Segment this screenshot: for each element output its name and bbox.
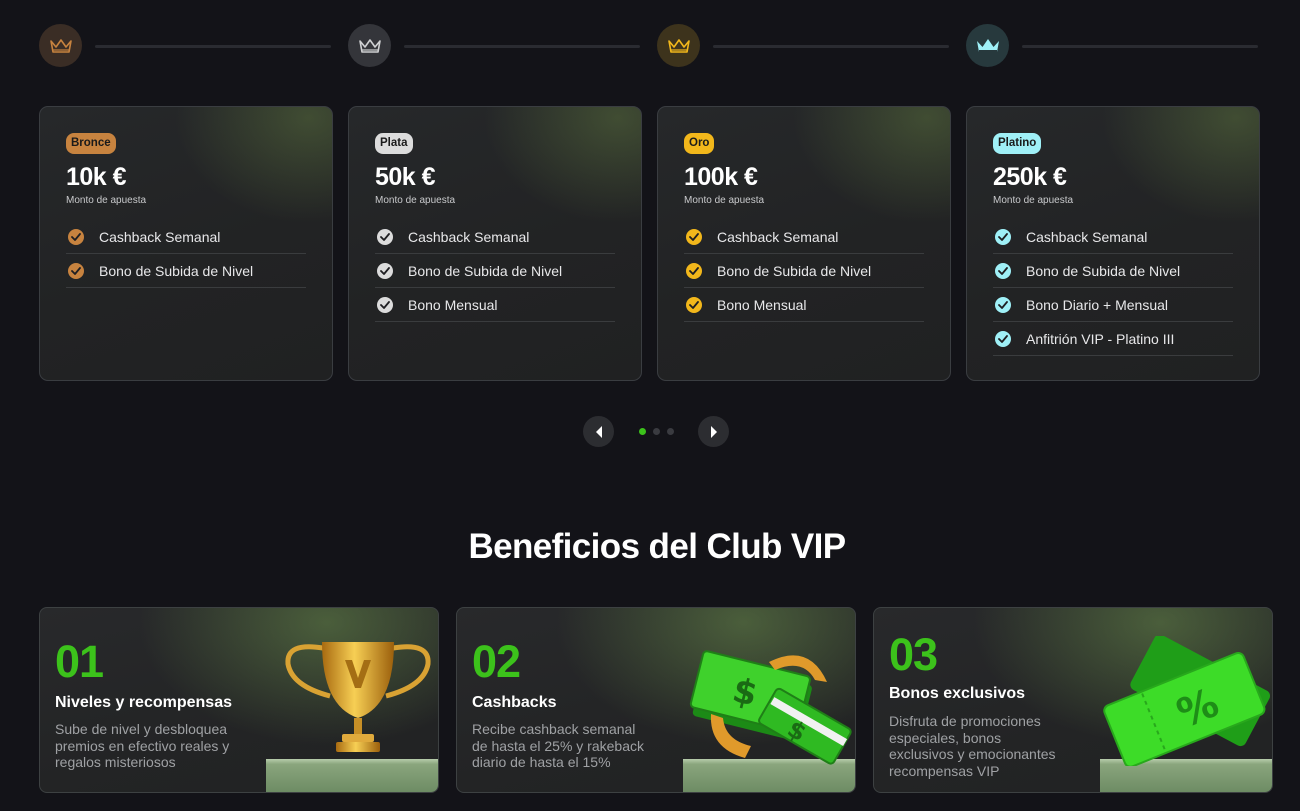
tier-benefit-list: Cashback Semanal Bono de Subida de Nivel B… [375, 220, 615, 322]
tier-progress-track [39, 24, 1261, 68]
tier-amount-label: Monto de apuesta [66, 195, 147, 206]
check-icon [686, 262, 702, 279]
benefit-card-cashbacks: $ $ 02 Cashbacks Recibe cashback semanal… [456, 607, 856, 793]
tier-benefit-item: Bono Mensual [684, 288, 924, 322]
tier-benefit-label: Cashback Semanal [408, 228, 530, 245]
tier-amount: 100k € [684, 163, 758, 191]
benefit-description: Disfruta de promociones especiales, bono… [889, 713, 1056, 779]
crown-icon [667, 38, 690, 53]
tier-benefit-item: Anfitrión VIP - Platino III [993, 322, 1233, 356]
carousel-prev-button[interactable] [583, 416, 614, 447]
chevron-left-icon [595, 425, 602, 438]
tier-node-bronce[interactable] [39, 24, 82, 67]
tier-benefit-label: Cashback Semanal [1026, 228, 1148, 245]
check-icon [377, 296, 393, 313]
carousel-next-button[interactable] [698, 416, 729, 447]
benefit-title: Cashbacks [472, 694, 557, 711]
crown-icon [49, 38, 72, 53]
tier-badge: Oro [684, 133, 715, 154]
benefit-card-bonos: % 03 Bonos exclusivos Disfruta de promoc… [873, 607, 1273, 793]
tier-card-bronce: Bronce 10k € Monto de apuesta Cashback S… [39, 106, 333, 381]
tier-amount: 50k € [375, 163, 436, 191]
tier-benefit-label: Cashback Semanal [717, 228, 839, 245]
tier-benefit-item: Bono de Subida de Nivel [375, 254, 615, 288]
benefit-number: 03 [889, 629, 938, 680]
tier-benefit-item: Bono Diario + Mensual [993, 288, 1233, 322]
tier-amount: 10k € [66, 163, 127, 191]
benefit-number: 02 [472, 636, 521, 687]
chevron-right-icon [710, 425, 717, 438]
tier-benefit-item: Bono de Subida de Nivel [684, 254, 924, 288]
check-icon [686, 296, 702, 313]
tier-benefit-label: Bono Mensual [717, 296, 807, 313]
benefit-title: Bonos exclusivos [889, 685, 1026, 702]
ticket-icon: % [1103, 636, 1270, 766]
tier-badge: Plata [375, 133, 413, 154]
check-icon [686, 228, 702, 245]
tier-benefit-list: Cashback Semanal Bono de Subida de Nivel B… [993, 220, 1233, 356]
tier-benefit-label: Bono de Subida de Nivel [1026, 262, 1181, 279]
tier-card-platino: Platino 250k € Monto de apuesta Cashback… [966, 106, 1260, 381]
check-icon [995, 330, 1011, 347]
tier-node-oro[interactable] [657, 24, 700, 67]
tier-badge: Platino [993, 133, 1042, 154]
carousel-dot[interactable] [653, 428, 660, 435]
benefit-description: Sube de nivel y desbloquea premios en ef… [55, 721, 230, 770]
tier-benefit-item: Cashback Semanal [375, 220, 615, 254]
cash-icon: $ $ [689, 650, 852, 765]
tier-benefit-item: Bono Mensual [375, 288, 615, 322]
benefit-number: 01 [55, 636, 104, 687]
tier-connector [713, 45, 949, 48]
tier-benefit-list: Cashback Semanal Bono de Subida de Nivel B… [684, 220, 924, 322]
tier-benefit-label: Bono de Subida de Nivel [99, 262, 254, 279]
check-icon [995, 228, 1011, 245]
tier-amount: 250k € [993, 163, 1067, 191]
tier-benefit-label: Bono de Subida de Nivel [408, 262, 563, 279]
check-icon [68, 228, 84, 245]
tier-node-platino[interactable] [966, 24, 1009, 67]
tier-benefit-label: Bono de Subida de Nivel [717, 262, 872, 279]
benefit-card-niveles: 01 Niveles y recompensas Sube de nivel y… [39, 607, 439, 793]
benefit-description: Recibe cashback semanal de hasta el 25% … [472, 721, 644, 770]
check-icon [68, 262, 84, 279]
check-icon [377, 262, 393, 279]
tier-card-plata: Plata 50k € Monto de apuesta Cashback Se… [348, 106, 642, 381]
tier-benefit-label: Cashback Semanal [99, 228, 221, 245]
tier-amount-label: Monto de apuesta [993, 195, 1074, 206]
tier-node-plata[interactable] [348, 24, 391, 67]
tier-benefit-item: Cashback Semanal [993, 220, 1233, 254]
tier-amount-label: Monto de apuesta [684, 195, 765, 206]
check-icon [995, 296, 1011, 313]
tier-benefit-item: Cashback Semanal [66, 220, 306, 254]
section-title: Beneficios del Club VIP [468, 527, 846, 566]
tier-connector [95, 45, 331, 48]
tier-benefit-label: Anfitrión VIP - Platino III [1026, 330, 1175, 347]
crown-icon [976, 38, 999, 52]
check-icon [995, 262, 1011, 279]
carousel-dot[interactable] [667, 428, 674, 435]
tier-connector [1022, 45, 1258, 48]
tier-benefit-item: Bono de Subida de Nivel [993, 254, 1233, 288]
tier-badge: Bronce [66, 133, 116, 154]
tier-benefit-item: Bono de Subida de Nivel [66, 254, 306, 288]
tier-benefit-item: Cashback Semanal [684, 220, 924, 254]
tier-benefit-list: Cashback Semanal Bono de Subida de Nivel [66, 220, 306, 288]
check-icon [377, 228, 393, 245]
tier-benefit-label: Bono Mensual [408, 296, 498, 313]
carousel-dot[interactable] [639, 428, 646, 435]
trophy-icon [285, 642, 431, 752]
tier-connector [404, 45, 640, 48]
crown-icon [358, 38, 381, 53]
benefit-title: Niveles y recompensas [55, 694, 232, 711]
tier-amount-label: Monto de apuesta [375, 195, 456, 206]
tier-benefit-label: Bono Diario + Mensual [1026, 296, 1169, 313]
tier-card-oro: Oro 100k € Monto de apuesta Cashback Sem… [657, 106, 951, 381]
